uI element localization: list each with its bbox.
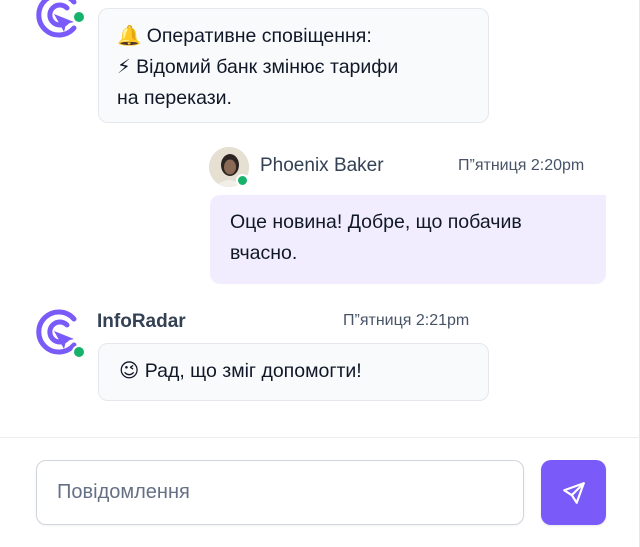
online-status-dot [72, 10, 86, 24]
sender-name: Phoenix Baker [260, 155, 384, 176]
sender-name: InfoRadar [97, 311, 186, 332]
message-input[interactable] [36, 460, 524, 525]
chat-panel: 🔔 Оперативне сповіщення: ⚡ Відомий банк … [0, 0, 640, 547]
message-line: 🔔 Оперативне сповіщення: [117, 25, 372, 47]
message-line: ⚡ Відомий банк змінює тарифи [117, 56, 399, 78]
message-time: П”ятниця 2:20pm [458, 157, 585, 174]
send-button[interactable] [541, 460, 606, 525]
send-icon [562, 481, 585, 504]
online-status-dot [72, 345, 86, 359]
message-bubble: 😉 Рад, що зміг допомогти! [98, 343, 489, 401]
message-time: П”ятниця 2:21pm [343, 312, 470, 329]
online-status-dot [236, 174, 249, 187]
message-line: на перекази. [117, 87, 232, 109]
message-bubble: 🔔 Оперативне сповіщення: ⚡ Відомий банк … [98, 8, 489, 123]
message-line: Оце новина! Добре, що побачив [230, 211, 522, 233]
message-bubble-outgoing: Оце новина! Добре, що побачив вчасно. [210, 195, 606, 284]
message-line: вчасно. [230, 242, 298, 264]
message-line: 😉 Рад, що зміг допомогти! [119, 360, 362, 382]
composer-divider [0, 437, 640, 438]
